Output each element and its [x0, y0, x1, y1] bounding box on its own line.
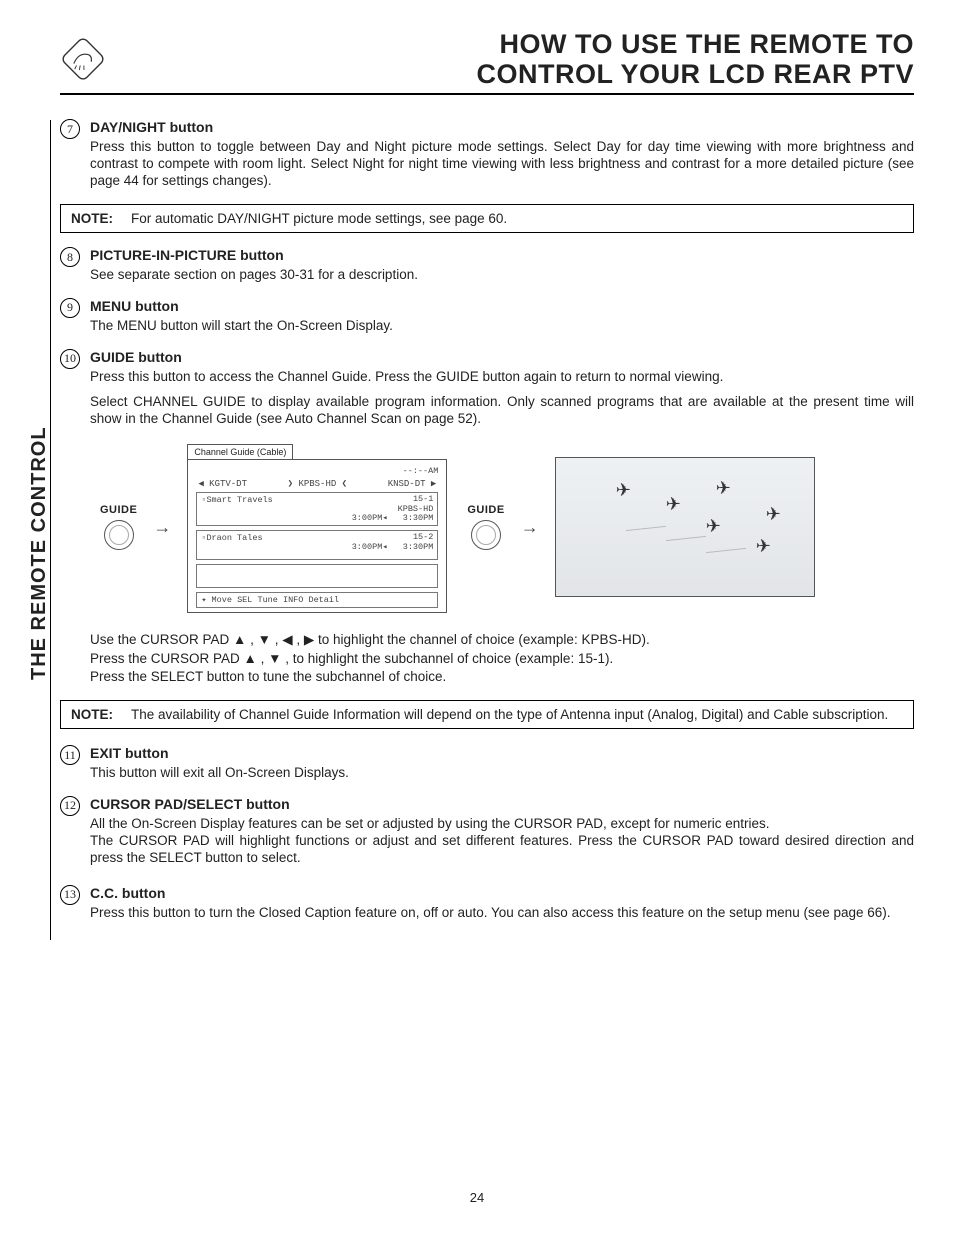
step-number-10: 10	[60, 349, 80, 369]
note-box-1: NOTE: For automatic DAY/NIGHT picture mo…	[60, 204, 914, 233]
page-title: HOW TO USE THE REMOTE TO CONTROL YOUR LC…	[476, 30, 914, 89]
guide-btn-label-2: GUIDE	[467, 504, 504, 516]
guide-button-icon	[104, 520, 134, 550]
guide-button-illustration-right: GUIDE	[467, 504, 504, 550]
step-number-12: 12	[60, 796, 80, 816]
airplane-icon: ✈	[616, 480, 631, 501]
osd-row-2: ▫Draon Tales 15-2 3:00PM◂ 3:30PM	[196, 530, 438, 560]
day-night-body: Press this button to toggle between Day …	[90, 139, 914, 190]
airplane-icon: ✈	[766, 504, 781, 525]
day-night-heading: DAY/NIGHT button	[90, 119, 213, 135]
osd-tab: Channel Guide (Cable)	[187, 444, 293, 459]
title-line-2: CONTROL YOUR LCD REAR PTV	[476, 60, 914, 90]
cc-body: Press this button to turn the Closed Cap…	[90, 905, 914, 922]
cursor-line-3: Press the SELECT button to tune the subc…	[90, 668, 914, 686]
note-label: NOTE:	[71, 211, 113, 226]
arrow-right-icon: →	[521, 517, 539, 538]
note-box-2: NOTE: The availability of Channel Guide …	[60, 700, 914, 729]
pip-body: See separate section on pages 30-31 for …	[90, 267, 914, 284]
arrow-right-icon: →	[153, 517, 171, 538]
airplane-icon: ✈	[716, 478, 731, 499]
guide-button-illustration-left: GUIDE	[100, 504, 137, 550]
osd-ch-mid: ❯ KPBS-HD ❮	[288, 479, 347, 489]
guide-heading: GUIDE button	[90, 349, 182, 365]
cursor-pad-body: All the On-Screen Display features can b…	[90, 816, 914, 867]
note-label: NOTE:	[71, 707, 113, 722]
menu-heading: MENU button	[90, 298, 179, 314]
title-divider	[60, 93, 914, 95]
step-number-7: 7	[60, 119, 80, 139]
guide-btn-label: GUIDE	[100, 504, 137, 516]
step-number-9: 9	[60, 298, 80, 318]
exit-body: This button will exit all On-Screen Disp…	[90, 765, 914, 782]
cursor-line-2: Press the CURSOR PAD ▲ , ▼ , to highligh…	[90, 650, 914, 668]
title-line-1: HOW TO USE THE REMOTE TO	[476, 30, 914, 60]
page-number: 24	[0, 1190, 954, 1205]
osd-row-empty	[196, 564, 438, 588]
cursor-pad-heading: CURSOR PAD/SELECT button	[90, 796, 290, 812]
airplane-icon: ✈	[756, 536, 771, 557]
cursor-line-1: Use the CURSOR PAD ▲ , ▼ , ◀ , ▶ to high…	[90, 631, 914, 649]
step-number-13: 13	[60, 885, 80, 905]
osd-footer: ✦ Move SEL Tune INFO Detail	[196, 592, 438, 608]
step-number-11: 11	[60, 745, 80, 765]
airplane-icon: ✈	[706, 516, 721, 537]
cursor-instructions: Use the CURSOR PAD ▲ , ▼ , ◀ , ▶ to high…	[90, 631, 914, 686]
pip-heading: PICTURE-IN-PICTURE button	[90, 247, 284, 263]
menu-body: The MENU button will start the On-Screen…	[90, 318, 914, 335]
osd-row-1: ▫Smart Travels 15-1 KPBS-HD 3:00PM◂ 3:30…	[196, 492, 438, 526]
note-text: For automatic DAY/NIGHT picture mode set…	[131, 211, 507, 226]
channel-guide-osd: Channel Guide (Cable) --:--AM ◀ KGTV-DT …	[187, 441, 447, 613]
step-number-8: 8	[60, 247, 80, 267]
airplane-icon: ✈	[666, 494, 681, 515]
osd-ch-left: ◀ KGTV-DT	[198, 479, 247, 489]
guide-body-1: Press this button to access the Channel …	[90, 369, 914, 386]
osd-time: --:--AM	[196, 466, 438, 476]
guide-body-2: Select CHANNEL GUIDE to display availabl…	[90, 394, 914, 428]
osd-ch-right: KNSD-DT ▶	[388, 479, 437, 489]
exit-heading: EXIT button	[90, 745, 169, 761]
brand-logo-icon	[60, 36, 106, 82]
cc-heading: C.C. button	[90, 885, 165, 901]
tv-preview-image: ✈ ✈ ✈ ✈ ✈ ✈	[555, 457, 815, 597]
guide-button-icon	[471, 520, 501, 550]
note-text: The availability of Channel Guide Inform…	[131, 707, 888, 722]
sidebar-section-label: THE REMOTE CONTROL	[28, 426, 51, 680]
